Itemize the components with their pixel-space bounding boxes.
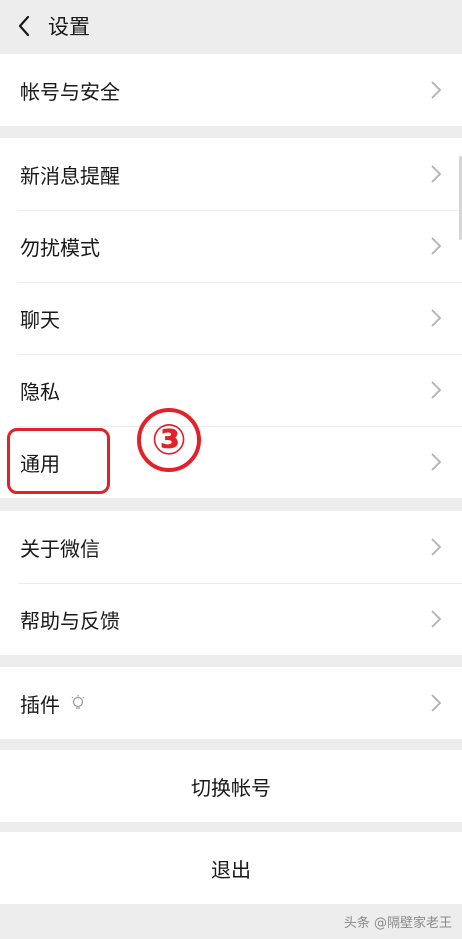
settings-group-about: 关于微信 帮助与反馈: [0, 511, 462, 655]
menu-item-label: 帮助与反馈: [20, 608, 120, 633]
chevron-right-icon: [431, 381, 442, 399]
menu-item-privacy[interactable]: 隐私: [0, 354, 462, 426]
chevron-right-icon: [431, 610, 442, 628]
menu-item-help-feedback[interactable]: 帮助与反馈: [0, 583, 462, 655]
menu-item-do-not-disturb[interactable]: 勿扰模式: [0, 210, 462, 282]
annotation-highlight-box: [7, 428, 110, 494]
menu-item-label: 插件: [20, 692, 60, 717]
page-title: 设置: [48, 15, 90, 39]
menu-item-label: 关于微信: [20, 536, 100, 561]
switch-account-group: 切换帐号: [0, 750, 462, 822]
chevron-right-icon: [431, 309, 442, 327]
menu-item-label: 新消息提醒: [20, 163, 120, 188]
switch-account-button[interactable]: 切换帐号: [0, 750, 462, 822]
bulb-icon: [71, 695, 85, 709]
watermark: 头条 @隔壁家老王: [343, 916, 452, 931]
chevron-right-icon: [431, 237, 442, 255]
settings-group-plugins: 插件: [0, 667, 462, 739]
logout-group: 退出: [0, 832, 462, 904]
settings-group-account: 帐号与安全: [0, 54, 462, 126]
chevron-right-icon: [431, 538, 442, 556]
chevron-right-icon: [431, 81, 442, 99]
menu-item-account-security[interactable]: 帐号与安全: [0, 54, 462, 126]
back-button[interactable]: [14, 14, 34, 38]
menu-item-label: 隐私: [20, 379, 60, 404]
annotation-step-number: ③: [137, 408, 201, 472]
chevron-left-icon: [18, 15, 30, 37]
chevron-right-icon: [431, 453, 442, 471]
menu-item-label: 勿扰模式: [20, 235, 100, 260]
menu-item-notifications[interactable]: 新消息提醒: [0, 138, 462, 210]
menu-item-about-wechat[interactable]: 关于微信: [0, 511, 462, 583]
chevron-right-icon: [431, 694, 442, 712]
top-bar: 设置: [0, 0, 462, 52]
logout-label: 退出: [211, 857, 251, 882]
menu-item-label: 帐号与安全: [20, 79, 120, 104]
menu-item-chat[interactable]: 聊天: [0, 282, 462, 354]
switch-account-label: 切换帐号: [191, 775, 271, 800]
menu-item-plugins[interactable]: 插件: [0, 667, 462, 739]
menu-item-label: 聊天: [20, 307, 60, 332]
chevron-right-icon: [431, 165, 442, 183]
logout-button[interactable]: 退出: [0, 832, 462, 904]
